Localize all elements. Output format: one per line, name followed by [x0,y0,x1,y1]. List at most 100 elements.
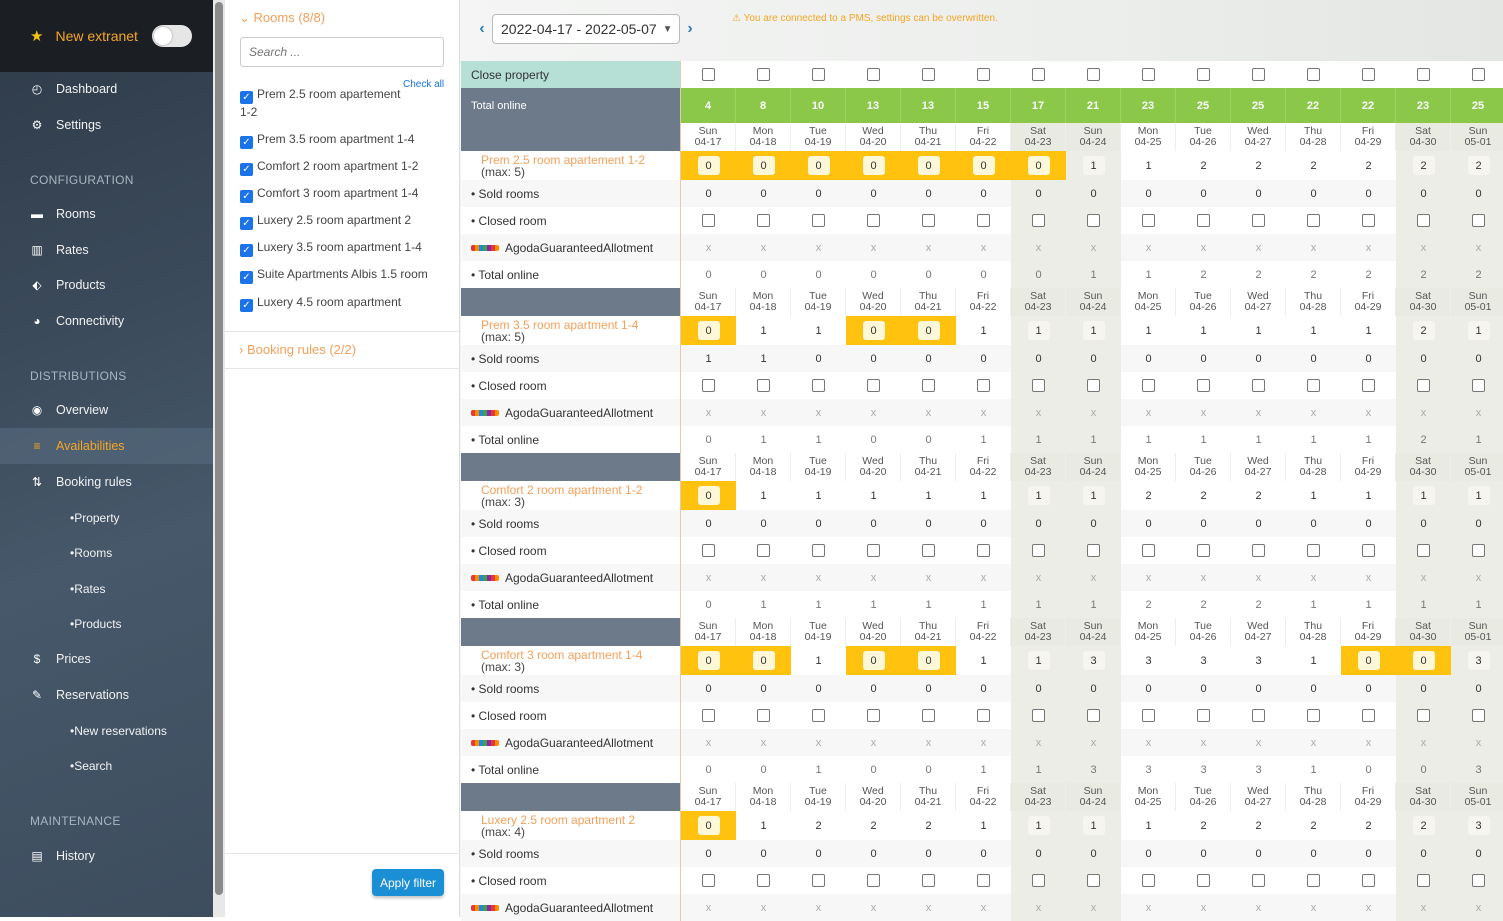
availability-input[interactable]: 1 [1082,816,1105,835]
checkbox[interactable] [977,874,990,887]
availability-input[interactable]: 1 [1027,486,1050,505]
room-name-link[interactable]: Prem 2.5 room apartement 1-2 [471,154,645,166]
checkbox[interactable] [922,68,935,81]
agoda-cell[interactable]: x [1451,234,1503,261]
checkbox[interactable] [757,709,770,722]
room-filter-item[interactable]: ✓ Prem 3.5 room apartment 1-4 [240,131,440,149]
room-filter-item[interactable]: ✓ Luxery 3.5 room apartment 1-4 [240,239,440,257]
checkbox[interactable] [1087,874,1100,887]
agoda-cell[interactable]: x [1396,234,1451,261]
checkbox[interactable] [1032,68,1045,81]
checkbox[interactable] [1087,68,1100,81]
checkbox[interactable] [867,709,880,722]
checkbox[interactable] [757,379,770,392]
check-all-link[interactable]: Check all [403,79,444,90]
availability-input[interactable]: 2 [1138,486,1160,505]
availability-input[interactable]: 0 [752,651,775,670]
agoda-cell[interactable]: x [1121,399,1176,426]
agoda-cell[interactable]: x [1066,234,1121,261]
availability-input[interactable]: 1 [1303,651,1325,670]
checkbox[interactable] [1472,68,1485,81]
checkbox[interactable] [1087,544,1100,557]
sidebar-subitem-new-reservations[interactable]: • New reservations [0,713,213,749]
agoda-cell[interactable]: x [956,729,1011,756]
sidebar-item-prices[interactable]: $ Prices [0,641,213,677]
availability-input[interactable]: 1 [863,486,885,505]
checkbox[interactable] [1032,874,1045,887]
checkbox[interactable] [1087,214,1100,227]
checkbox[interactable] [977,379,990,392]
checkbox[interactable] [867,379,880,392]
agoda-cell[interactable]: x [846,399,901,426]
checkbox[interactable] [1252,214,1265,227]
room-name-link[interactable]: Comfort 2 room apartment 1-2 [471,484,642,496]
checkbox-checked-icon[interactable]: ✓ [240,271,253,284]
checkbox[interactable] [812,874,825,887]
availability-input[interactable]: 2 [1193,486,1215,505]
checkbox[interactable] [702,68,715,81]
checkbox[interactable] [977,68,990,81]
agoda-cell[interactable]: x [791,564,846,591]
agoda-cell[interactable]: x [1286,564,1341,591]
availability-input[interactable]: 2 [1193,156,1215,175]
availability-input[interactable]: 1 [1358,486,1380,505]
checkbox[interactable] [1417,214,1430,227]
sidebar-subitem-property[interactable]: • Property [0,500,213,536]
availability-input[interactable]: 3 [1138,651,1160,670]
agoda-cell[interactable]: x [681,564,736,591]
checkbox[interactable] [1032,214,1045,227]
sidebar-item-rates[interactable]: ▥ Rates [0,232,213,268]
checkbox[interactable] [1252,68,1265,81]
availability-input[interactable]: 2 [1193,816,1215,835]
checkbox[interactable] [1142,544,1155,557]
checkbox[interactable] [1197,544,1210,557]
agoda-cell[interactable]: x [1451,564,1503,591]
availability-input[interactable]: 1 [973,816,995,835]
agoda-cell[interactable]: x [1341,564,1396,591]
availability-input[interactable]: 1 [1138,816,1160,835]
availability-input[interactable]: 0 [697,321,720,340]
agoda-cell[interactable]: x [1286,399,1341,426]
availability-input[interactable]: 2 [1303,156,1325,175]
room-filter-item[interactable]: ✓ Luxery 4.5 room apartment [240,294,440,312]
agoda-cell[interactable]: x [1451,729,1503,756]
availability-input[interactable]: 0 [862,651,885,670]
availability-input[interactable]: 0 [972,156,995,175]
checkbox-checked-icon[interactable]: ✓ [240,190,253,203]
checkbox[interactable] [1417,874,1430,887]
agoda-cell[interactable]: x [1231,234,1286,261]
availability-input[interactable]: 0 [1357,651,1380,670]
agoda-cell[interactable]: x [846,729,901,756]
agoda-cell[interactable]: x [1066,564,1121,591]
availability-input[interactable]: 3 [1467,816,1490,835]
agoda-cell[interactable]: x [901,234,956,261]
room-filter-item[interactable]: ✓ Comfort 2 room apartment 1-2 [240,158,440,176]
checkbox[interactable] [812,68,825,81]
availability-input[interactable]: 2 [1303,816,1325,835]
checkbox[interactable] [1197,874,1210,887]
sidebar-item-connectivity[interactable]: ◕ Connectivity [0,303,213,339]
availability-input[interactable]: 1 [1358,321,1380,340]
checkbox[interactable] [922,709,935,722]
availability-input[interactable]: 1 [808,321,830,340]
checkbox[interactable] [702,544,715,557]
agoda-cell[interactable]: x [1176,399,1231,426]
agoda-cell[interactable]: x [681,399,736,426]
checkbox[interactable] [1307,874,1320,887]
availability-input[interactable]: 0 [917,156,940,175]
availability-input[interactable]: 0 [862,156,885,175]
checkbox[interactable] [1142,379,1155,392]
checkbox[interactable] [1362,544,1375,557]
availability-input[interactable]: 1 [808,651,830,670]
availability-input[interactable]: 3 [1248,651,1270,670]
checkbox[interactable] [1307,68,1320,81]
availability-input[interactable]: 1 [1082,486,1105,505]
availability-input[interactable]: 0 [697,486,720,505]
agoda-cell[interactable]: x [1341,234,1396,261]
availability-input[interactable]: 2 [918,816,940,835]
checkbox[interactable] [867,874,880,887]
agoda-cell[interactable]: x [1176,729,1231,756]
availability-input[interactable]: 0 [1412,651,1435,670]
agoda-cell[interactable]: x [681,234,736,261]
checkbox[interactable] [1417,544,1430,557]
